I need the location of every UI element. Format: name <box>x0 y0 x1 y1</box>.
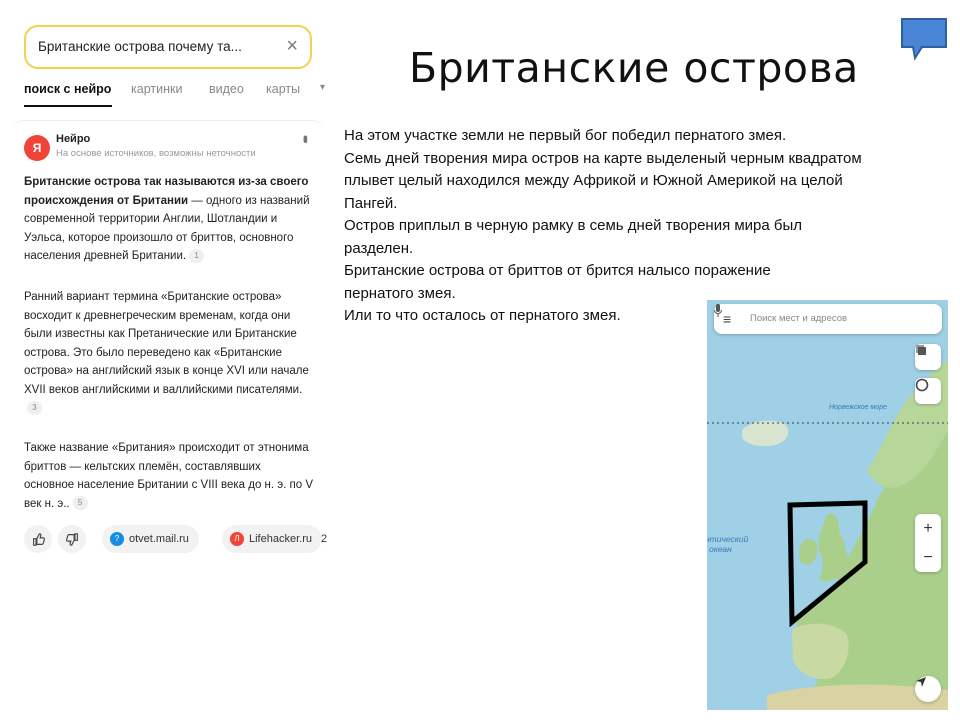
source-link-label: otvet.mail.ru <box>129 533 189 545</box>
slide-line: На этом участке земли не первый бог побе… <box>344 127 787 144</box>
map-widget[interactable]: ≡ Поиск мест и адресов Норвежское море н… <box>707 300 948 710</box>
search-input[interactable]: Британские острова почему та... × <box>24 25 312 69</box>
zoom-control: + − <box>915 514 941 572</box>
map-label-ocean: океан <box>709 544 732 554</box>
tab-images[interactable]: картинки <box>131 82 182 96</box>
lifehacker-favicon-icon: Л <box>230 532 244 547</box>
panorama-icon[interactable] <box>915 378 941 404</box>
source-link-label: Lifehacker.ru <box>249 533 312 545</box>
map-label-ocean: нтический <box>707 534 749 544</box>
slide-line: Британские острова от бриттов от брится … <box>344 262 771 302</box>
answer-text: Также название «Британия» происходит от … <box>24 442 314 510</box>
neiro-logo-icon: Я <box>24 135 50 161</box>
search-tabs: поиск с нейро картинки видео карты ▾ <box>24 82 325 112</box>
map-search-placeholder: Поиск мест и адресов <box>750 313 848 324</box>
thumbs-down-icon[interactable] <box>58 525 86 553</box>
neiro-answer-card: Я Нейро На основе источников, возможны н… <box>12 120 327 571</box>
zoom-in-button[interactable]: + <box>915 514 941 543</box>
menu-icon[interactable]: ≡ <box>723 311 731 327</box>
answer-paragraph-1: Британские острова так называются из-за … <box>24 173 314 266</box>
speech-bubble-icon[interactable] <box>900 17 948 61</box>
zoom-out-button[interactable]: − <box>915 543 941 572</box>
active-tab-indicator <box>24 105 112 107</box>
slide-body: На этом участке земли не первый бог побе… <box>344 125 884 328</box>
more-options-icon[interactable]: ••• <box>298 135 314 141</box>
map-canvas <box>707 360 948 710</box>
layers-icon[interactable] <box>915 344 941 370</box>
answer-paragraph-3: Также название «Британия» происходит от … <box>24 439 314 513</box>
source-link-lifehacker[interactable]: Л Lifehacker.ru <box>222 525 322 553</box>
otvet-favicon-icon: ? <box>110 532 124 547</box>
thumbs-up-icon[interactable] <box>24 525 52 553</box>
reference-badge[interactable]: 1 <box>189 248 205 263</box>
source-note: На основе источников, возможны неточност… <box>56 148 256 159</box>
answer-actions: ? otvet.mail.ru Л Lifehacker.ru 2 <box>24 525 334 553</box>
tab-video[interactable]: видео <box>209 82 244 96</box>
source-name: Нейро <box>56 133 91 145</box>
tab-maps[interactable]: карты <box>266 82 300 96</box>
search-query: Британские острова почему та... <box>38 39 242 54</box>
source-link-otvet[interactable]: ? otvet.mail.ru <box>102 525 199 553</box>
reference-badge[interactable]: 5 <box>72 496 88 511</box>
microphone-icon[interactable] <box>714 304 722 317</box>
answer-paragraph-2: Ранний вариант термина «Британские остро… <box>24 288 314 418</box>
more-sources-count: 2 <box>321 533 328 545</box>
map-label-sea: Норвежское море <box>829 404 887 411</box>
map-search-input[interactable]: ≡ Поиск мест и адресов <box>714 304 942 334</box>
slide-line: Остров приплыл в черную рамку в семь дне… <box>344 217 803 257</box>
tab-neiro[interactable]: поиск с нейро <box>24 82 111 96</box>
locate-me-icon[interactable] <box>915 676 941 702</box>
chevron-down-icon[interactable]: ▾ <box>320 82 325 93</box>
slide-title: Британские острова <box>409 44 859 92</box>
slide-line: Семь дней творения мира остров на карте … <box>344 149 862 212</box>
close-icon[interactable]: × <box>286 36 298 56</box>
reference-badge[interactable]: 3 <box>27 400 42 415</box>
answer-text: Ранний вариант термина «Британские остро… <box>24 291 309 396</box>
